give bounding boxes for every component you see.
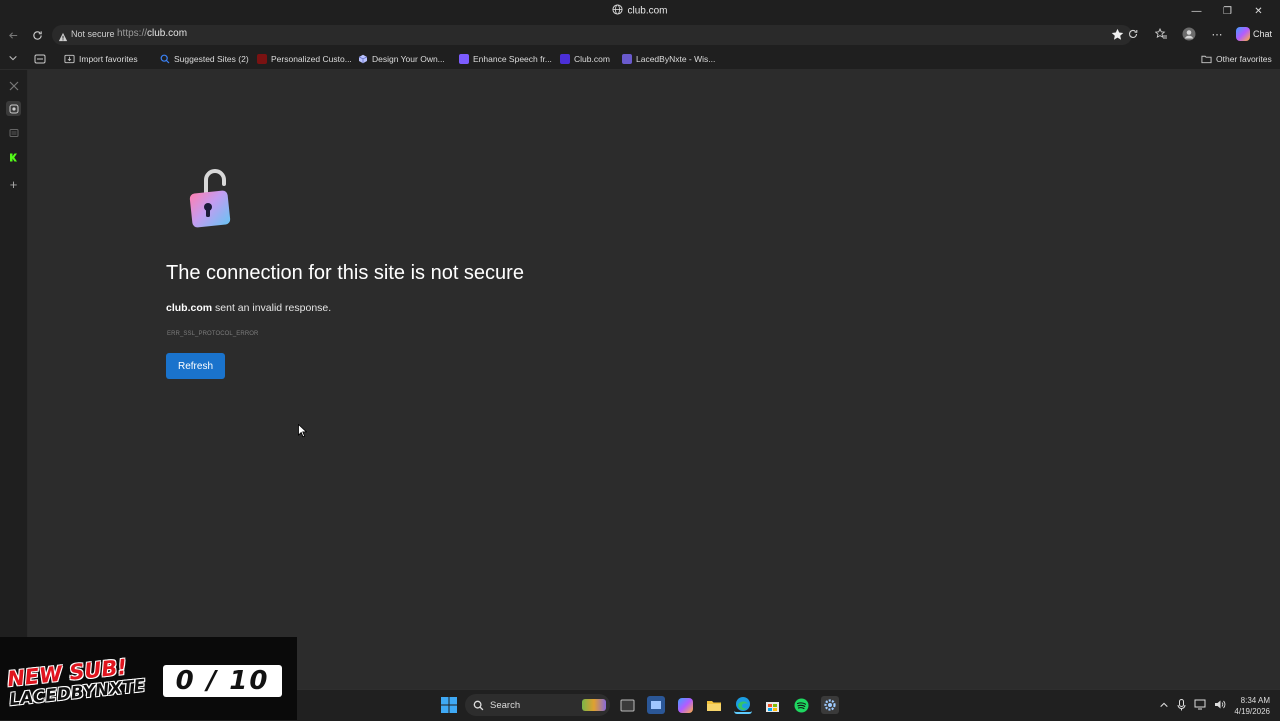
system-tray: 8:34 AM 4/19/2026 bbox=[1159, 690, 1280, 721]
fav-personalized-custo[interactable]: Personalized Custo... bbox=[257, 52, 352, 66]
profile-avatar-icon[interactable] bbox=[1180, 25, 1198, 43]
globe-icon bbox=[612, 4, 624, 18]
reload-icon bbox=[32, 30, 42, 40]
warning-triangle-icon[interactable] bbox=[58, 29, 68, 47]
reload-button[interactable] bbox=[29, 27, 45, 43]
back-arrow-icon bbox=[8, 31, 17, 39]
settings-gear-icon[interactable] bbox=[821, 696, 839, 714]
microsoft-store-icon[interactable] bbox=[763, 696, 781, 714]
fav-label: Club.com bbox=[574, 54, 610, 64]
address-bar[interactable]: Not secure https://club.com bbox=[52, 25, 1132, 45]
favorite-star-icon[interactable] bbox=[1111, 28, 1124, 46]
error-title: The connection for this site is not secu… bbox=[166, 262, 524, 284]
fav-club-com[interactable]: Club.com bbox=[560, 52, 610, 66]
site-favicon-icon bbox=[257, 54, 267, 64]
url-text[interactable]: https://club.com bbox=[117, 28, 187, 39]
fav-import-favorites[interactable]: Import favorites bbox=[64, 52, 138, 66]
title-bar: club.com — ❐ ✕ bbox=[0, 0, 1280, 22]
url-host: club.com bbox=[147, 28, 188, 39]
chat-label: Chat bbox=[1252, 29, 1272, 39]
error-message: sent an invalid response. bbox=[212, 302, 332, 314]
fav-label: Enhance Speech fr... bbox=[473, 54, 552, 64]
taskbar-app-icon[interactable] bbox=[647, 696, 665, 714]
tab-actions-chevron-icon[interactable] bbox=[5, 50, 21, 66]
security-label[interactable]: Not secure bbox=[71, 29, 115, 39]
fav-suggested-sites[interactable]: Suggested Sites (2) bbox=[160, 52, 249, 66]
file-explorer-icon[interactable] bbox=[705, 696, 723, 714]
site-favicon-icon bbox=[560, 54, 570, 64]
copilot-icon bbox=[1235, 27, 1250, 41]
minimize-button[interactable]: — bbox=[1181, 2, 1212, 20]
fav-enhance-speech[interactable]: Enhance Speech fr... bbox=[459, 52, 552, 66]
close-window-button[interactable]: ✕ bbox=[1243, 2, 1274, 20]
fav-design-your-own[interactable]: Design Your Own... bbox=[358, 52, 445, 66]
copilot-taskbar-icon[interactable] bbox=[676, 696, 694, 714]
start-button[interactable] bbox=[440, 696, 458, 714]
windows-taskbar: Search 8:34 AM 4/19/2026 bbox=[297, 689, 1280, 720]
windows-logo-icon bbox=[441, 697, 457, 713]
more-options-icon[interactable]: ⋯ bbox=[1208, 25, 1226, 43]
fav-label: LacedByNxte - Wis... bbox=[636, 54, 716, 64]
edge-sidebar: + bbox=[0, 70, 28, 638]
error-code[interactable]: ERR_SSL_PROTOCOL_ERROR bbox=[167, 331, 258, 337]
clock-time: 8:34 AM bbox=[1240, 695, 1270, 705]
stream-sub-overlay: NEW SUB! LACEDBYNXTE 0 / 10 bbox=[0, 637, 297, 720]
fav-label: Suggested Sites (2) bbox=[174, 54, 249, 64]
sub-goal-counter: 0 / 10 bbox=[163, 665, 282, 697]
url-scheme: https:// bbox=[117, 28, 148, 39]
page-content: The connection for this site is not secu… bbox=[28, 70, 1280, 690]
extensions-icon[interactable] bbox=[1124, 25, 1142, 43]
network-icon[interactable] bbox=[1194, 699, 1206, 712]
edge-browser-icon[interactable] bbox=[734, 696, 752, 714]
chevron-up-icon[interactable] bbox=[1159, 700, 1169, 712]
fav-lacedbynxte[interactable]: LacedByNxte - Wis... bbox=[622, 52, 715, 66]
search-highlight-icon bbox=[582, 699, 606, 711]
fav-label: Import favorites bbox=[79, 54, 138, 64]
import-icon bbox=[64, 54, 75, 64]
window-title: club.com bbox=[0, 4, 1280, 18]
kick-icon[interactable] bbox=[6, 150, 21, 165]
restore-button[interactable]: ❐ bbox=[1212, 2, 1243, 20]
site-favicon-icon bbox=[459, 54, 469, 64]
sidebar-active-app-icon[interactable] bbox=[6, 101, 21, 116]
other-favorites-folder[interactable]: Other favorites bbox=[1201, 52, 1272, 66]
clock[interactable]: 8:34 AM 4/19/2026 bbox=[1234, 695, 1270, 717]
mouse-pointer-icon bbox=[298, 423, 308, 443]
spotify-icon[interactable] bbox=[792, 696, 810, 714]
site-favicon-icon bbox=[622, 54, 632, 64]
search-icon bbox=[160, 54, 170, 64]
refresh-button[interactable]: Refresh bbox=[166, 353, 225, 379]
fav-label: Personalized Custo... bbox=[271, 54, 352, 64]
cube-icon bbox=[358, 54, 368, 64]
favorites-icon[interactable] bbox=[1152, 25, 1170, 43]
error-host: club.com bbox=[166, 302, 213, 314]
volume-icon[interactable] bbox=[1214, 699, 1226, 712]
workspaces-icon[interactable] bbox=[34, 52, 46, 66]
clock-date: 4/19/2026 bbox=[1234, 706, 1270, 716]
add-sidebar-app-icon[interactable]: + bbox=[6, 177, 21, 192]
search-icon bbox=[473, 700, 484, 710]
back-button[interactable] bbox=[5, 27, 21, 43]
copilot-chat-button[interactable]: Chat bbox=[1235, 27, 1272, 41]
microphone-icon[interactable] bbox=[1177, 698, 1186, 713]
x-twitter-icon[interactable] bbox=[6, 78, 21, 93]
search-placeholder: Search bbox=[490, 699, 521, 711]
unlocked-padlock-icon bbox=[186, 166, 234, 235]
other-favorites-label: Other favorites bbox=[1216, 54, 1272, 64]
task-view-icon[interactable] bbox=[618, 696, 636, 714]
address-row: Not secure https://club.com ⋯ Chat bbox=[0, 22, 1280, 48]
window-title-text: club.com bbox=[627, 5, 668, 17]
taskbar-search-box[interactable]: Search bbox=[465, 694, 610, 716]
error-description: club.com sent an invalid response. bbox=[166, 302, 331, 314]
favorites-bar: Import favorites Suggested Sites (2) Per… bbox=[0, 48, 1280, 70]
new-sub-logo: NEW SUB! LACEDBYNXTE bbox=[6, 654, 150, 710]
folder-icon bbox=[1201, 55, 1212, 64]
sidebar-app-icon[interactable] bbox=[6, 125, 21, 140]
fav-label: Design Your Own... bbox=[372, 54, 445, 64]
